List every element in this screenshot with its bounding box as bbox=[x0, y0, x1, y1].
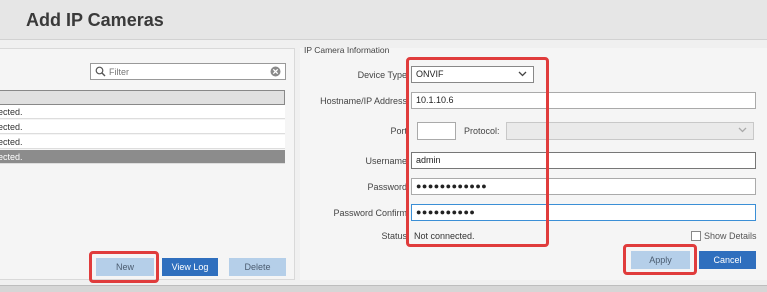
port-label: Port bbox=[390, 126, 407, 136]
window-header: Add IP Cameras bbox=[0, 0, 767, 40]
chevron-down-icon bbox=[738, 127, 747, 133]
password-confirm-field[interactable]: ●●●●●●●●●● bbox=[411, 204, 756, 221]
password-confirm-label: Password Confirm bbox=[333, 208, 407, 218]
device-type-select[interactable]: ONVIF bbox=[411, 66, 534, 83]
window-title: Add IP Cameras bbox=[26, 10, 164, 30]
show-details-checkbox[interactable] bbox=[691, 231, 701, 241]
clear-icon[interactable] bbox=[270, 66, 281, 77]
status-value: Not connected. bbox=[414, 231, 475, 241]
hostname-label: Hostname/IP Address bbox=[320, 96, 407, 106]
protocol-label: Protocol: bbox=[464, 126, 500, 136]
filter-box[interactable] bbox=[90, 63, 286, 80]
device-type-value: ONVIF bbox=[416, 69, 444, 79]
username-field[interactable]: admin bbox=[411, 152, 756, 169]
password-label: Password bbox=[367, 182, 407, 192]
list-item[interactable]: ected. bbox=[0, 105, 285, 119]
show-details-label: Show Details bbox=[704, 231, 757, 241]
list-item-status: ected. bbox=[0, 122, 23, 132]
section-title: IP Camera Information bbox=[304, 45, 390, 55]
port-field[interactable] bbox=[417, 122, 456, 140]
cancel-button[interactable]: Cancel bbox=[699, 251, 756, 269]
delete-button[interactable]: Delete bbox=[229, 258, 286, 276]
password-confirm-value: ●●●●●●●●●● bbox=[416, 207, 476, 217]
device-type-label: Device Type bbox=[357, 70, 407, 80]
username-value: admin bbox=[416, 155, 441, 165]
search-icon bbox=[95, 66, 106, 77]
status-label: Status bbox=[381, 231, 407, 241]
new-button[interactable]: New bbox=[96, 258, 154, 276]
hostname-field[interactable]: 10.1.10.6 bbox=[411, 92, 756, 109]
list-item-status: ected. bbox=[0, 137, 23, 147]
password-field[interactable]: ●●●●●●●●●●●● bbox=[411, 178, 756, 195]
bottom-divider bbox=[0, 285, 767, 292]
list-header bbox=[0, 90, 285, 105]
camera-list: ected. ected. ected. ected. bbox=[0, 90, 285, 170]
apply-button[interactable]: Apply bbox=[631, 251, 690, 269]
list-item-status: ected. bbox=[0, 152, 23, 162]
username-label: Username bbox=[365, 156, 407, 166]
list-item-selected[interactable]: ected. bbox=[0, 150, 285, 164]
password-value: ●●●●●●●●●●●● bbox=[416, 181, 488, 191]
list-item[interactable]: ected. bbox=[0, 120, 285, 134]
chevron-down-icon bbox=[518, 71, 527, 77]
view-log-button[interactable]: View Log bbox=[162, 258, 218, 276]
filter-input[interactable] bbox=[109, 65, 259, 78]
hostname-value: 10.1.10.6 bbox=[416, 95, 454, 105]
protocol-select[interactable] bbox=[506, 122, 754, 140]
list-item[interactable]: ected. bbox=[0, 135, 285, 149]
list-item-status: ected. bbox=[0, 107, 23, 117]
